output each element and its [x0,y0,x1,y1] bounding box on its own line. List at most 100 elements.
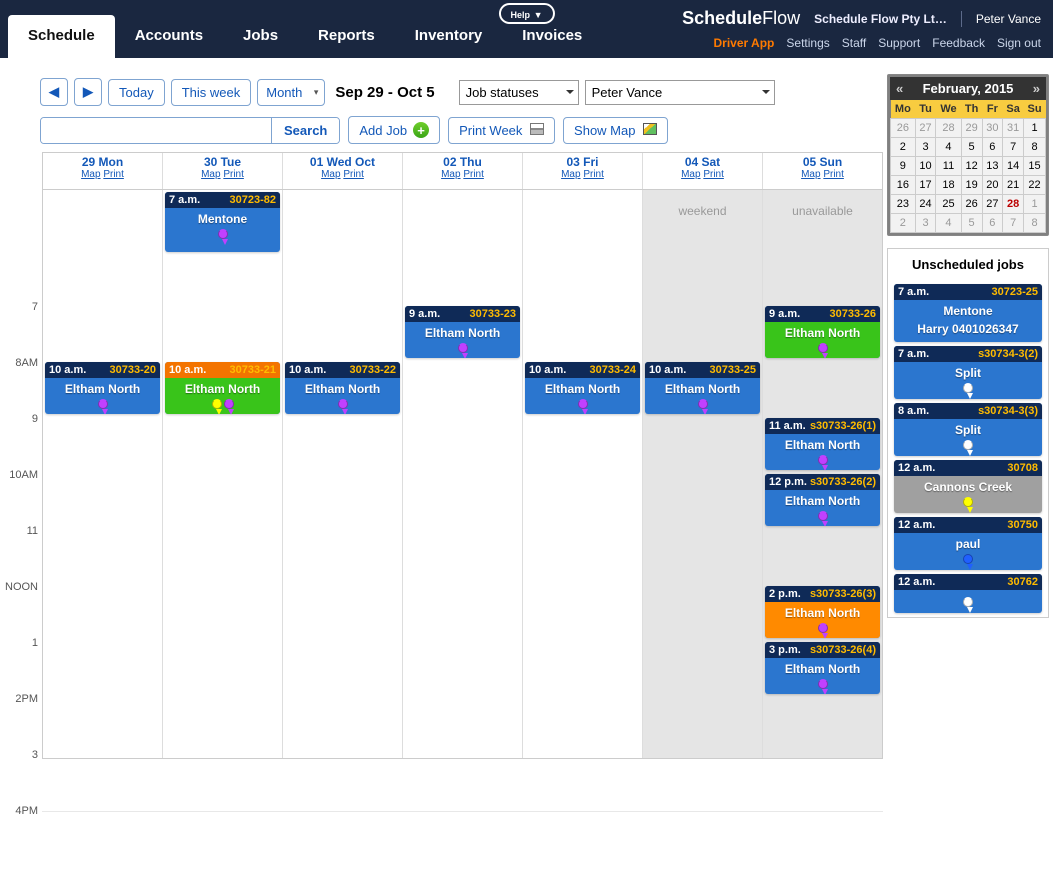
day-column[interactable]: 7 a.m. 30723-82 Mentone 10 a.m. 30733-21… [163,190,283,758]
job-card[interactable]: 7 a.m. s30734-3(2) Split [894,346,1042,399]
mini-cal-day[interactable]: 17 [915,176,936,195]
day-column[interactable]: 9 a.m. 30733-23 Eltham North [403,190,523,758]
mini-cal-day[interactable]: 6 [982,138,1003,157]
day-print-link[interactable]: Print [583,169,604,180]
mini-cal-day[interactable]: 5 [961,138,982,157]
job-card[interactable]: 9 a.m. 30733-26 Eltham North [765,306,880,358]
mini-cal-day[interactable]: 28 [1003,195,1024,214]
job-card[interactable]: 3 p.m. s30733-26(4) Eltham North [765,642,880,694]
job-card[interactable]: 7 a.m. 30723-82 Mentone [165,192,280,252]
signout-link[interactable]: Sign out [997,36,1041,50]
mini-cal-day[interactable]: 5 [961,214,982,233]
mini-cal-day[interactable]: 1 [1024,119,1046,138]
mini-cal-day[interactable]: 4 [936,214,961,233]
add-job-button[interactable]: Add Job + [348,116,440,144]
mini-cal-day[interactable]: 23 [891,195,916,214]
mini-cal-day[interactable]: 26 [891,119,916,138]
mini-cal-day[interactable]: 16 [891,176,916,195]
day-column[interactable]: 10 a.m. 30733-22 Eltham North [283,190,403,758]
job-card[interactable]: 7 a.m. 30723-25 Mentone Harry 0401026347 [894,284,1042,342]
feedback-link[interactable]: Feedback [932,36,985,50]
job-card[interactable]: 10 a.m. 30733-22 Eltham North [285,362,400,414]
mini-cal-next[interactable]: » [1033,81,1040,96]
mini-cal-day[interactable]: 15 [1024,157,1046,176]
mini-cal-day[interactable]: 10 [915,157,936,176]
mini-cal-day[interactable]: 28 [936,119,961,138]
mini-cal-day[interactable]: 2 [891,138,916,157]
job-card[interactable]: 8 a.m. s30734-3(3) Split [894,403,1042,456]
job-statuses-filter[interactable]: Job statuses [459,80,579,105]
day-print-link[interactable]: Print [343,169,364,180]
mini-cal-day[interactable]: 6 [982,214,1003,233]
job-card[interactable]: 11 a.m. s30733-26(1) Eltham North [765,418,880,470]
staff-link[interactable]: Staff [842,36,866,50]
day-column[interactable]: 10 a.m. 30733-24 Eltham North [523,190,643,758]
job-card[interactable]: 10 a.m. 30733-21 Eltham North [165,362,280,414]
mini-cal-day[interactable]: 14 [1003,157,1024,176]
mini-cal-day[interactable]: 2 [891,214,916,233]
mini-cal-day[interactable]: 31 [1003,119,1024,138]
job-card[interactable]: 12 a.m. 30762 [894,574,1042,613]
day-print-link[interactable]: Print [223,169,244,180]
mini-cal-day[interactable]: 24 [915,195,936,214]
show-map-button[interactable]: Show Map [563,117,668,144]
mini-cal-day[interactable]: 9 [891,157,916,176]
job-card[interactable]: 12 p.m. s30733-26(2) Eltham North [765,474,880,526]
job-card[interactable]: 12 a.m. 30708 Cannons Creek [894,460,1042,513]
mini-cal-day[interactable]: 11 [936,157,961,176]
mini-cal-day[interactable]: 8 [1024,214,1046,233]
mini-cal-day[interactable]: 7 [1003,138,1024,157]
job-card[interactable]: 10 a.m. 30733-20 Eltham North [45,362,160,414]
day-map-link[interactable]: Map [801,169,820,180]
print-week-button[interactable]: Print Week [448,117,555,144]
mini-cal-day[interactable]: 27 [982,195,1003,214]
today-button[interactable]: Today [108,79,165,106]
mini-cal-day[interactable]: 4 [936,138,961,157]
mini-cal-day[interactable]: 7 [1003,214,1024,233]
mini-cal-day[interactable]: 19 [961,176,982,195]
prev-week-button[interactable]: ◀ [40,78,68,106]
day-map-link[interactable]: Map [681,169,700,180]
tab-reports[interactable]: Reports [298,15,395,58]
mini-cal-day[interactable]: 25 [936,195,961,214]
day-column[interactable]: unavailable 9 a.m. 30733-26 Eltham North… [763,190,882,758]
tab-accounts[interactable]: Accounts [115,15,223,58]
job-card[interactable]: 10 a.m. 30733-24 Eltham North [525,362,640,414]
next-week-button[interactable]: ▶ [74,78,102,106]
search-input[interactable] [41,118,271,143]
mini-cal-day[interactable]: 1 [1024,195,1046,214]
day-map-link[interactable]: Map [441,169,460,180]
settings-link[interactable]: Settings [786,36,829,50]
user-filter[interactable]: Peter Vance [585,80,775,105]
tab-jobs[interactable]: Jobs [223,15,298,58]
day-map-link[interactable]: Map [81,169,100,180]
mini-cal-day[interactable]: 8 [1024,138,1046,157]
day-map-link[interactable]: Map [201,169,220,180]
search-button[interactable]: Search [271,118,339,143]
mini-cal-day[interactable]: 27 [915,119,936,138]
job-card[interactable]: 2 p.m. s30733-26(3) Eltham North [765,586,880,638]
day-print-link[interactable]: Print [703,169,724,180]
job-card[interactable]: 12 a.m. 30750 paul [894,517,1042,570]
mini-cal-day[interactable]: 3 [915,214,936,233]
mini-cal-day[interactable]: 13 [982,157,1003,176]
day-map-link[interactable]: Map [561,169,580,180]
day-print-link[interactable]: Print [463,169,484,180]
day-map-link[interactable]: Map [321,169,340,180]
driver-app-link[interactable]: Driver App [713,36,774,50]
mini-cal-day[interactable]: 18 [936,176,961,195]
day-print-link[interactable]: Print [823,169,844,180]
mini-cal-day[interactable]: 29 [961,119,982,138]
view-mode-select[interactable]: Month [257,79,325,106]
tab-invoices[interactable]: Invoices [502,15,602,58]
mini-cal-day[interactable]: 22 [1024,176,1046,195]
mini-cal-prev[interactable]: « [896,81,903,96]
tab-inventory[interactable]: Inventory [395,15,503,58]
mini-cal-day[interactable]: 21 [1003,176,1024,195]
job-card[interactable]: 10 a.m. 30733-25 Eltham North [645,362,760,414]
support-link[interactable]: Support [878,36,920,50]
mini-cal-day[interactable]: 30 [982,119,1003,138]
mini-cal-day[interactable]: 3 [915,138,936,157]
tab-schedule[interactable]: Schedule [8,15,115,58]
mini-cal-day[interactable]: 12 [961,157,982,176]
